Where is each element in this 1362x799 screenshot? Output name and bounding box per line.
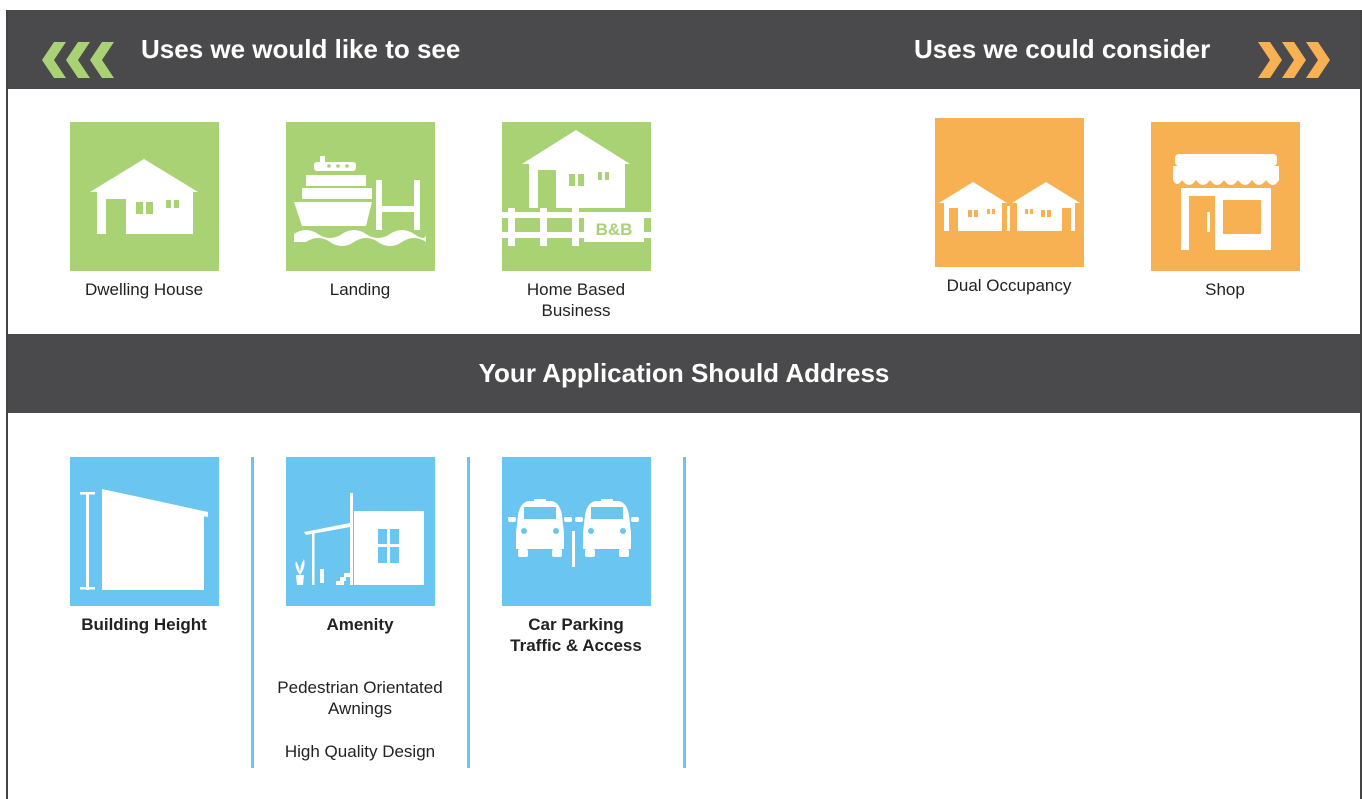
car-parking-label-line2: Traffic & Access bbox=[510, 636, 642, 655]
uses-like-title: Uses we would like to see bbox=[141, 34, 461, 64]
amenity-note-pedestrian: Pedestrian Orientated Awnings bbox=[260, 677, 460, 719]
car-parking-label: Car Parking Traffic & Access bbox=[476, 614, 676, 656]
amenity-tile bbox=[286, 457, 435, 606]
shop-icon bbox=[1173, 154, 1279, 250]
landing-label: Landing bbox=[329, 280, 391, 299]
boat-landing-icon bbox=[294, 156, 426, 246]
landing-tile bbox=[286, 122, 435, 271]
left-chevrons-icon bbox=[42, 42, 114, 78]
bnb-house-icon: B&B bbox=[502, 130, 651, 246]
uses-header-bar: Uses we would like to see Uses we could … bbox=[8, 10, 1360, 89]
home-based-business-label-line1: Home Based bbox=[526, 280, 626, 299]
building-height-label: Building Height bbox=[81, 615, 207, 634]
home-based-business-label: Home Based Business bbox=[476, 279, 676, 321]
dwelling-house-label: Dwelling House bbox=[84, 280, 204, 299]
right-chevrons-icon bbox=[1258, 42, 1330, 78]
amenity-note-design: High Quality Design bbox=[284, 742, 436, 761]
application-address-bar: Your Application Should Address bbox=[8, 334, 1360, 413]
car-parking-label-line1: Car Parking bbox=[528, 615, 624, 634]
car-parking-icon bbox=[508, 499, 639, 567]
amenity-icon bbox=[295, 493, 424, 585]
column-divider-3 bbox=[683, 457, 686, 768]
dwelling-house-tile bbox=[70, 122, 219, 271]
amenity-note-line1: Pedestrian Orientated bbox=[277, 678, 443, 697]
bnb-sign-text: B&B bbox=[596, 220, 633, 239]
dual-occupancy-label: Dual Occupancy bbox=[946, 276, 1072, 295]
building-height-icon bbox=[80, 489, 208, 590]
building-height-tile bbox=[70, 457, 219, 606]
home-based-business-label-line2: Business bbox=[541, 301, 611, 320]
shop-tile bbox=[1151, 122, 1300, 271]
dual-house-icon bbox=[939, 182, 1080, 231]
application-address-title: Your Application Should Address bbox=[478, 358, 890, 388]
amenity-label: Amenity bbox=[326, 615, 394, 634]
uses-consider-title: Uses we could consider bbox=[914, 34, 1211, 64]
shop-label: Shop bbox=[1205, 280, 1245, 299]
car-parking-tile bbox=[502, 457, 651, 606]
column-divider-1 bbox=[251, 457, 254, 768]
house-icon bbox=[90, 159, 198, 234]
dual-occupancy-tile bbox=[935, 118, 1084, 267]
amenity-note-line2: Awnings bbox=[328, 699, 392, 718]
column-divider-2 bbox=[467, 457, 470, 768]
home-based-business-tile: B&B bbox=[502, 122, 651, 271]
